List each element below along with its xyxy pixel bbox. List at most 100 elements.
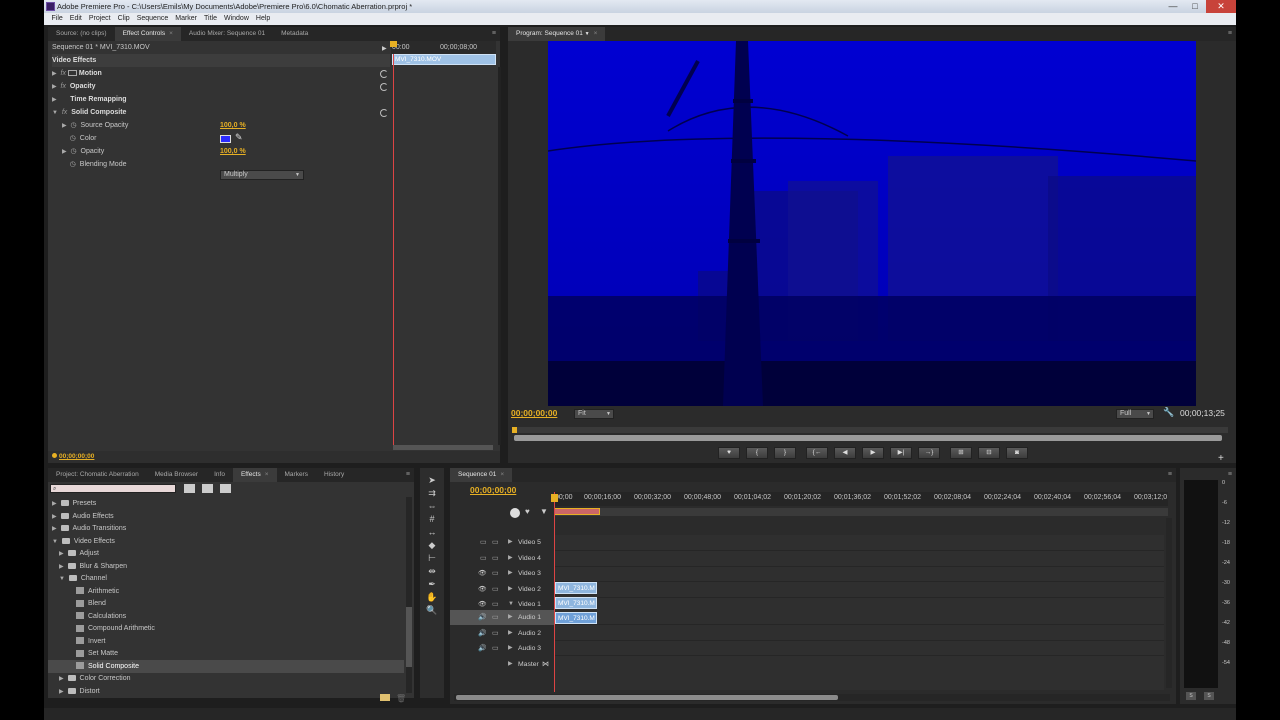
rolling-edit-tool-icon[interactable]: # xyxy=(425,513,439,525)
razor-tool-icon[interactable]: ◆ xyxy=(425,539,439,551)
selection-tool-icon[interactable]: ➤ xyxy=(425,474,439,486)
accelerated-effects-icon[interactable] xyxy=(184,484,195,493)
track-master[interactable]: ▶ Master ⋈ xyxy=(450,657,552,672)
tab-info[interactable]: Info xyxy=(206,468,233,482)
program-timecode-left[interactable]: 00;00;00;00 xyxy=(511,407,557,420)
tab-markers[interactable]: Markers xyxy=(277,468,316,482)
hand-tool-icon[interactable]: ✋ xyxy=(425,591,439,603)
color-swatch[interactable] xyxy=(220,135,231,143)
new-bin-icon[interactable] xyxy=(380,694,390,701)
track-audio-2[interactable]: 🔊 ▭ ▶ Audio 2 xyxy=(450,626,552,641)
extract-button[interactable]: ⊟ xyxy=(978,447,1000,459)
lock-track-icon[interactable]: ▭ xyxy=(492,566,498,581)
slip-tool-icon[interactable]: ⊢ xyxy=(425,552,439,564)
work-area-range[interactable] xyxy=(554,508,600,515)
expand-track-icon[interactable]: ▶ xyxy=(508,582,513,597)
clip-audio-1[interactable]: MVI_7310.M xyxy=(555,612,597,624)
timeline-ruler[interactable]: 00;00 00;00;16;00 00;00;32;00 00;00;48;0… xyxy=(554,492,1168,506)
panel-menu-icon[interactable]: ≡ xyxy=(1228,30,1232,37)
expand-track-icon[interactable]: ▶ xyxy=(508,641,513,656)
scrollbar-thumb[interactable] xyxy=(456,695,838,700)
tree-item-presets[interactable]: ▶ Presets xyxy=(52,497,96,510)
stopwatch-icon[interactable]: ◷ xyxy=(71,148,77,155)
speaker-icon[interactable]: 🔊 xyxy=(478,610,486,625)
opacity-value[interactable]: 100,0 % xyxy=(220,145,246,158)
tree-item-blend[interactable]: Blend xyxy=(76,597,106,610)
speaker-icon[interactable]: 🔊 xyxy=(478,626,486,641)
tree-item-color-correction[interactable]: ▶ Color Correction xyxy=(59,672,130,685)
add-marker-icon[interactable]: ♥ xyxy=(525,507,530,516)
step-forward-button[interactable]: ▶| xyxy=(890,447,912,459)
panel-menu-icon[interactable]: ≡ xyxy=(1228,471,1232,478)
quality-dropdown[interactable]: Full ▼ xyxy=(1116,409,1154,419)
minimize-button[interactable]: — xyxy=(1162,0,1184,13)
tab-history[interactable]: History xyxy=(316,468,352,482)
master-keyframe-icon[interactable]: ⋈ xyxy=(542,657,549,672)
menu-title[interactable]: Title xyxy=(201,13,221,25)
ec-current-timecode[interactable]: 00;00;00;00 xyxy=(59,450,94,463)
menu-file[interactable]: File xyxy=(48,13,66,25)
mark-in-button[interactable]: { xyxy=(746,447,768,459)
play-button[interactable]: ▶ xyxy=(862,447,884,459)
tree-item-blur-sharpen[interactable]: ▶ Blur & Sharpen xyxy=(59,560,127,573)
effect-time-remapping[interactable]: ▶ Time Remapping xyxy=(52,93,127,106)
menu-window[interactable]: Window xyxy=(220,13,252,25)
close-tab-icon[interactable]: × xyxy=(265,471,269,478)
track-lanes[interactable]: MVI_7310.M MVI_7310.M MVI_7310.M xyxy=(554,535,1164,690)
close-tab-icon[interactable]: × xyxy=(500,471,504,478)
expand-track-icon[interactable]: ▶ xyxy=(508,610,513,625)
tab-effect-controls[interactable]: Effect Controls × xyxy=(114,27,181,41)
go-to-out-button[interactable]: →} xyxy=(918,447,940,459)
tree-item-arithmetic[interactable]: Arithmetic xyxy=(76,585,119,598)
timeline-vertical-scrollbar[interactable] xyxy=(1166,518,1172,688)
stopwatch-icon[interactable]: ◷ xyxy=(70,161,76,168)
tree-item-compound-arithmetic[interactable]: Compound Arithmetic xyxy=(76,622,155,635)
track-video-5[interactable]: ▭ ▭ ▶ Video 5 xyxy=(450,535,552,550)
tree-item-audio-effects[interactable]: ▶ Audio Effects xyxy=(52,510,114,523)
add-marker-button[interactable]: ♥ xyxy=(718,447,740,459)
menu-clip[interactable]: Clip xyxy=(114,13,133,25)
lock-track-icon[interactable]: ▭ xyxy=(492,582,498,597)
tree-item-distort[interactable]: ▶ Distort xyxy=(59,685,100,698)
solo-left-button[interactable]: S xyxy=(1186,692,1196,700)
stopwatch-icon[interactable]: ◷ xyxy=(71,122,77,129)
tab-source[interactable]: Source: (no clips) xyxy=(48,27,115,41)
chevron-down-icon[interactable]: ▼ xyxy=(585,31,590,37)
track-video-2[interactable]: 👁 ▭ ▶ Video 2 xyxy=(450,582,552,597)
program-video-frame[interactable] xyxy=(548,41,1196,406)
expand-track-icon[interactable]: ▶ xyxy=(508,657,513,672)
add-button-icon[interactable]: + xyxy=(1218,453,1224,464)
expand-track-icon[interactable]: ▶ xyxy=(508,566,513,581)
scrollbar-thumb[interactable] xyxy=(406,607,412,667)
expand-track-icon[interactable]: ▶ xyxy=(508,551,513,566)
tree-item-video-effects[interactable]: ▼ Video Effects xyxy=(52,535,115,548)
motion-transform-icon[interactable] xyxy=(67,70,77,77)
tree-item-calculations[interactable]: Calculations xyxy=(76,610,126,623)
sync-lock-icon[interactable]: ▼ xyxy=(540,507,548,516)
expand-track-icon[interactable]: ▶ xyxy=(508,535,513,550)
tab-metadata[interactable]: Metadata xyxy=(273,27,316,41)
ripple-edit-tool-icon[interactable]: ⇔ xyxy=(425,500,439,512)
panel-menu-icon[interactable]: ≡ xyxy=(1168,471,1172,478)
track-video-4[interactable]: ▭ ▭ ▶ Video 4 xyxy=(450,551,552,566)
slide-tool-icon[interactable]: ⇹ xyxy=(425,565,439,577)
solo-right-button[interactable]: S xyxy=(1204,692,1214,700)
yuv-effects-icon[interactable] xyxy=(220,484,231,493)
step-back-button[interactable]: ◀ xyxy=(834,447,856,459)
ec-clip-bar[interactable]: MVI_7310.MOV xyxy=(392,54,496,65)
eye-icon[interactable]: 👁 xyxy=(478,566,487,581)
timeline-playhead[interactable] xyxy=(554,492,555,692)
close-tab-icon[interactable]: × xyxy=(594,30,598,37)
menu-help[interactable]: Help xyxy=(252,13,273,25)
tree-item-set-matte[interactable]: Set Matte xyxy=(76,647,118,660)
blending-mode-dropdown[interactable]: Multiply ▼ xyxy=(220,170,304,180)
wrench-icon[interactable]: 🔧 xyxy=(1163,407,1174,418)
program-playhead[interactable] xyxy=(512,427,517,433)
maximize-button[interactable]: □ xyxy=(1184,0,1206,13)
play-arrow-icon[interactable]: ▶ xyxy=(382,45,387,52)
menu-marker[interactable]: Marker xyxy=(172,13,201,25)
panel-menu-icon[interactable]: ≡ xyxy=(492,30,496,37)
timeline-playhead-handle[interactable] xyxy=(551,494,558,502)
lock-track-icon[interactable]: ▭ xyxy=(492,641,498,656)
reset-solid-composite-icon[interactable] xyxy=(380,109,388,117)
